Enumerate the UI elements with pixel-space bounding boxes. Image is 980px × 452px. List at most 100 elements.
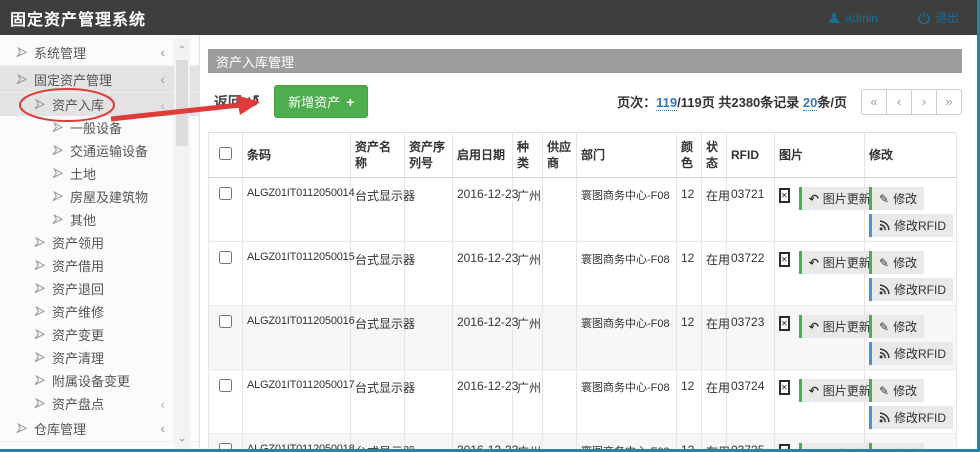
- plane-arrow-icon: [16, 47, 27, 58]
- row-checkbox-cell: [209, 306, 243, 370]
- chevron-left-icon: ‹: [160, 98, 165, 112]
- row-checkbox[interactable]: [219, 251, 232, 264]
- edit-rfid-button[interactable]: 修改RFID: [869, 278, 953, 301]
- rfid-cell: 03724: [727, 370, 775, 434]
- select-all-checkbox[interactable]: [219, 147, 232, 160]
- sidebar-item-16[interactable]: 仓库管理‹: [0, 415, 199, 442]
- plane-arrow-icon: [52, 122, 63, 133]
- sidebar-item-4[interactable]: 交通运输设备: [0, 139, 199, 162]
- sidebar-item-2[interactable]: 资产入库 ‹: [0, 93, 199, 116]
- add-asset-button[interactable]: 新增资产 +: [274, 85, 368, 118]
- sidebar-scrollbar[interactable]: › ›: [174, 38, 190, 449]
- sidebar-item-label: 房屋及建筑物: [70, 187, 148, 206]
- first-page-button[interactable]: «: [861, 89, 887, 115]
- edit-rfid-button[interactable]: 修改RFID: [869, 214, 953, 237]
- section-title: 资产入库管理: [216, 52, 294, 71]
- asset-name-cell: 台式显示器: [351, 306, 405, 370]
- sidebar-item-5[interactable]: 土地: [0, 162, 199, 185]
- sidebar-item-7[interactable]: 其他: [0, 208, 199, 231]
- reply-arrow-icon: ↶: [809, 256, 819, 270]
- sidebar-item-label: 附属设备变更: [52, 371, 130, 390]
- edit-button[interactable]: ✎ 修改: [869, 187, 924, 210]
- back-button[interactable]: 返回 ↺: [214, 92, 260, 112]
- table-row: ALGZ01IT0112050017 台式显示器 2016-12-23 广州 寰…: [209, 370, 957, 434]
- section-title-bar: 资产入库管理: [208, 49, 962, 73]
- broken-image-icon: ✕: [779, 444, 790, 452]
- app-window: 固定资产管理系统 admin 退出 系统管理‹固定资产管理‹资产入库‹一般设备交…: [0, 0, 980, 452]
- edit-button[interactable]: ✎ 修改: [869, 443, 924, 452]
- scroll-up-icon[interactable]: ›: [174, 38, 190, 56]
- col-supplier: 供应商: [543, 133, 577, 178]
- edit-rfid-button[interactable]: 修改RFID: [869, 342, 953, 365]
- image-update-button[interactable]: ↶ 图片更新: [799, 315, 878, 338]
- chevron-left-icon: ‹: [160, 45, 165, 59]
- scrollbar-thumb[interactable]: [176, 60, 188, 146]
- broken-image-icon: ✕: [779, 380, 790, 395]
- edit-rfid-button[interactable]: 修改RFID: [869, 406, 953, 429]
- edit-button[interactable]: ✎ 修改: [869, 315, 924, 338]
- col-serial: 资产序列号: [405, 133, 453, 178]
- sidebar-item-label: 其他: [70, 210, 96, 229]
- serial-cell: [405, 434, 453, 452]
- department-cell: 寰图商务中心-F08: [577, 178, 677, 242]
- status-cell: 在用: [702, 434, 727, 452]
- current-page-link[interactable]: 119: [656, 95, 677, 111]
- sidebar-item-label: 固定资产管理: [34, 70, 112, 89]
- row-checkbox[interactable]: [219, 315, 232, 328]
- plane-arrow-icon: [16, 423, 27, 434]
- row-checkbox-cell: [209, 434, 243, 452]
- barcode-cell: ALGZ01IT0112050016: [243, 306, 351, 370]
- col-category: 种类: [513, 133, 543, 178]
- sidebar-item-6[interactable]: 房屋及建筑物: [0, 185, 199, 208]
- sidebar-item-9[interactable]: 资产借用: [0, 254, 199, 277]
- date-cell: 2016-12-23: [453, 370, 513, 434]
- edit-cell: ✎ 修改 修改RFID: [865, 434, 957, 452]
- supplier-cell: [543, 242, 577, 306]
- logout-button[interactable]: 退出: [918, 9, 959, 26]
- status-cell: 在用: [702, 178, 727, 242]
- sidebar-item-13[interactable]: 资产清理: [0, 346, 199, 369]
- edit-button[interactable]: ✎ 修改: [869, 379, 924, 402]
- rfid-signal-icon: [879, 284, 890, 295]
- sidebar-item-10[interactable]: 资产退回: [0, 277, 199, 300]
- sidebar-item-8[interactable]: 资产领用: [0, 231, 199, 254]
- page-size-link[interactable]: 20: [803, 95, 817, 111]
- header-actions: admin 退出: [828, 9, 959, 26]
- sidebar-item-0[interactable]: 系统管理‹: [0, 39, 199, 66]
- image-update-button[interactable]: ↶ 图片更新: [799, 251, 878, 274]
- chevron-left-icon: ‹: [160, 397, 165, 411]
- sidebar-item-15[interactable]: 资产盘点‹: [0, 392, 199, 415]
- table-row: ALGZ01IT0112050014 台式显示器 2016-12-23 广州 寰…: [209, 178, 957, 242]
- plane-arrow-icon: [34, 237, 45, 248]
- table-row: ALGZ01IT0112050016 台式显示器 2016-12-23 广州 寰…: [209, 306, 957, 370]
- image-update-button[interactable]: ↶ 图片更新: [799, 379, 878, 402]
- last-page-button[interactable]: »: [936, 89, 962, 115]
- next-page-button[interactable]: ›: [911, 89, 937, 115]
- sidebar-item-11[interactable]: 资产维修: [0, 300, 199, 323]
- plane-arrow-icon: [52, 168, 63, 179]
- scroll-down-icon[interactable]: ›: [174, 431, 190, 449]
- col-color: 颜色: [677, 133, 702, 178]
- sidebar-item-1[interactable]: 固定资产管理 ‹: [0, 66, 199, 93]
- sidebar-menu: 系统管理‹ 固定资产管理 ‹ 资产入库 ‹ 一般设备交通运输设备土地房屋及建筑物其他资产领…: [0, 39, 199, 442]
- department-cell: 寰图商务中心-F08: [577, 306, 677, 370]
- sidebar-item-label: 资产入库: [52, 95, 104, 114]
- edit-button[interactable]: ✎ 修改: [869, 251, 924, 274]
- department-cell: 寰图商务中心-F08: [577, 370, 677, 434]
- row-checkbox[interactable]: [219, 187, 232, 200]
- color-cell: 12: [677, 306, 702, 370]
- image-update-button[interactable]: ↶ 图片更新: [799, 443, 878, 452]
- row-checkbox[interactable]: [219, 379, 232, 392]
- image-update-button[interactable]: ↶ 图片更新: [799, 187, 878, 210]
- prev-page-button[interactable]: ‹: [886, 89, 912, 115]
- sidebar-item-12[interactable]: 资产变更: [0, 323, 199, 346]
- chevron-left-icon: ‹: [160, 72, 165, 86]
- row-checkbox[interactable]: [219, 443, 232, 452]
- plus-icon: +: [346, 94, 354, 110]
- sidebar-item-14[interactable]: 附属设备变更: [0, 369, 199, 392]
- serial-cell: [405, 178, 453, 242]
- reply-arrow-icon: ↶: [809, 448, 819, 452]
- sidebar-item-3[interactable]: 一般设备: [0, 116, 199, 139]
- image-cell: ✕ ↶ 图片更新: [775, 242, 865, 306]
- user-menu[interactable]: admin: [828, 9, 878, 26]
